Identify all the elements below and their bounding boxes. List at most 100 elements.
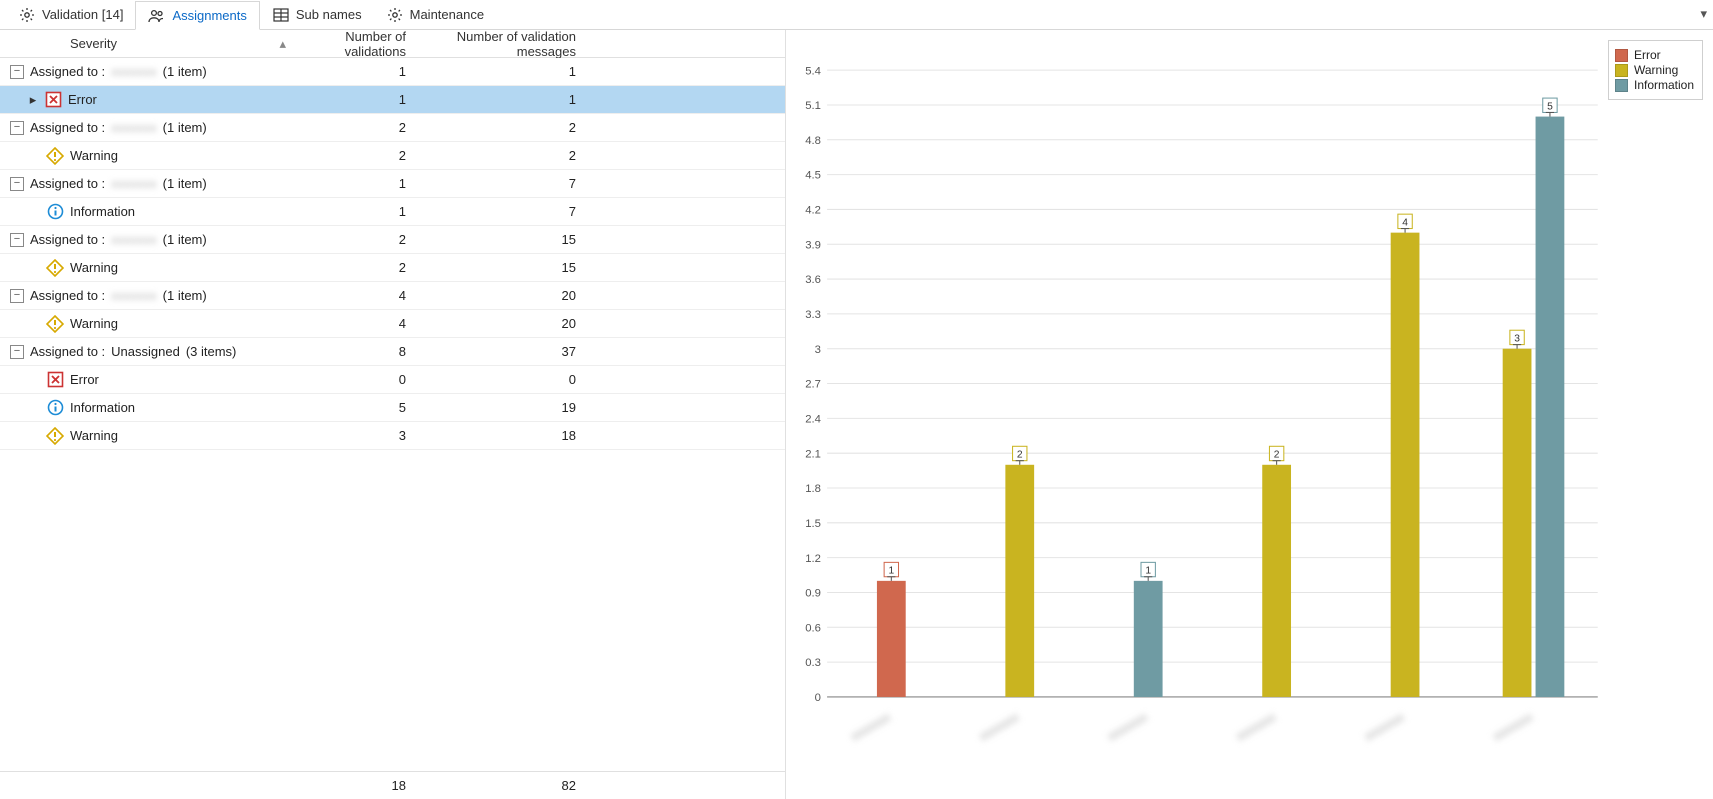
collapse-icon[interactable]: − — [10, 289, 24, 303]
severity-row[interactable]: Information17 — [0, 198, 785, 226]
svg-text:1.8: 1.8 — [805, 483, 821, 495]
group-nv: 1 — [296, 176, 416, 191]
bar[interactable] — [1536, 117, 1565, 697]
svg-text:1: 1 — [888, 566, 894, 577]
collapse-icon[interactable]: − — [10, 65, 24, 79]
group-name-redacted: xxxxxxx — [111, 288, 157, 303]
legend-item[interactable]: Warning — [1615, 63, 1696, 77]
col-severity-label: Severity — [70, 36, 117, 51]
bar-chart: 00.30.60.91.21.51.82.12.42.733.33.63.94.… — [786, 40, 1608, 799]
expand-arrow-icon[interactable]: ▸ — [28, 92, 38, 108]
tab-assignments[interactable]: Assignments — [135, 1, 259, 30]
group-row[interactable]: −Assigned to : xxxxxxx (1 item)22 — [0, 114, 785, 142]
severity-row[interactable]: ▸Error11 — [0, 86, 785, 114]
group-label: Assigned to : — [30, 176, 105, 191]
tab-maintenance[interactable]: Maintenance — [374, 0, 496, 29]
group-count: (1 item) — [163, 176, 207, 191]
severity-row[interactable]: Warning318 — [0, 422, 785, 450]
bar[interactable] — [1262, 465, 1291, 697]
group-nm: 1 — [416, 64, 586, 79]
group-row[interactable]: −Assigned to : xxxxxxx (1 item) 17 — [0, 170, 785, 198]
group-row[interactable]: −Assigned to : xxxxxxx (1 item)215 — [0, 226, 785, 254]
legend-item[interactable]: Information — [1615, 78, 1696, 92]
severity-label: Information — [70, 400, 135, 415]
group-row[interactable]: −Assigned to : xxxxxxx (1 item)11 — [0, 58, 785, 86]
footer-num-validations: 18 — [296, 778, 416, 793]
legend-swatch — [1615, 64, 1628, 77]
svg-text:1.5: 1.5 — [805, 518, 821, 530]
col-num-validations-label: Number of validations — [345, 30, 406, 59]
col-num-validations[interactable]: Number of validations — [296, 30, 416, 59]
svg-text:2.7: 2.7 — [805, 379, 821, 391]
legend-item[interactable]: Error — [1615, 48, 1696, 62]
row-nv: 0 — [296, 372, 416, 387]
svg-text:2.4: 2.4 — [805, 413, 821, 425]
severity-row[interactable]: Warning420 — [0, 310, 785, 338]
svg-text:0: 0 — [815, 692, 821, 704]
tab-overflow-icon[interactable]: ▾ — [1700, 6, 1707, 22]
sort-asc-icon: ▴ — [279, 36, 286, 52]
tab-label: Validation [14] — [42, 7, 123, 22]
bar[interactable] — [877, 581, 906, 697]
svg-text:4.8: 4.8 — [805, 135, 821, 147]
group-count: (1 item) — [163, 232, 207, 247]
svg-text:3.3: 3.3 — [805, 309, 821, 321]
group-name-redacted: xxxxxxx — [111, 176, 157, 191]
row-nm: 18 — [416, 428, 586, 443]
group-nm: 7 — [416, 176, 586, 191]
columns-icon — [272, 6, 290, 24]
svg-text:3.9: 3.9 — [805, 239, 821, 251]
svg-text:2.1: 2.1 — [805, 448, 821, 460]
tab-sub-names[interactable]: Sub names — [260, 0, 374, 29]
grid-body: −Assigned to : xxxxxxx (1 item)11▸Error1… — [0, 58, 785, 771]
collapse-icon[interactable]: − — [10, 233, 24, 247]
group-nv: 8 — [296, 344, 416, 359]
tab-label: Sub names — [296, 7, 362, 22]
group-nm: 15 — [416, 232, 586, 247]
svg-text:xxxxxxx: xxxxxxx — [977, 710, 1022, 744]
group-name-redacted: xxxxxxx — [111, 232, 157, 247]
tab-label: Assignments — [172, 8, 246, 23]
grid-footer: 18 82 — [0, 771, 785, 799]
warning-icon — [46, 259, 64, 277]
severity-row[interactable]: Error00 — [0, 366, 785, 394]
col-num-messages[interactable]: Number of validation messages — [416, 30, 586, 59]
legend-label: Information — [1634, 78, 1694, 92]
col-severity[interactable]: Severity ▴ — [0, 36, 296, 52]
svg-text:1: 1 — [1145, 566, 1151, 577]
main-split: Severity ▴ Number of validations Number … — [0, 30, 1713, 799]
tab-validation-14-[interactable]: Validation [14] — [6, 0, 135, 29]
row-nv: 1 — [296, 92, 416, 107]
svg-text:0.6: 0.6 — [805, 622, 821, 634]
bar[interactable] — [1391, 233, 1420, 697]
bar[interactable] — [1005, 465, 1034, 697]
warning-icon — [46, 427, 64, 445]
group-count: (1 item) — [163, 120, 207, 135]
row-nm: 2 — [416, 148, 586, 163]
collapse-icon[interactable]: − — [10, 345, 24, 359]
svg-text:5: 5 — [1547, 101, 1553, 112]
information-icon — [46, 203, 64, 221]
severity-label: Error — [68, 92, 97, 107]
severity-row[interactable]: Warning22 — [0, 142, 785, 170]
svg-text:0.9: 0.9 — [805, 588, 821, 600]
svg-text:1.2: 1.2 — [805, 553, 821, 565]
row-nm: 15 — [416, 260, 586, 275]
severity-row[interactable]: Warning215 — [0, 254, 785, 282]
row-nv: 2 — [296, 148, 416, 163]
svg-text:2: 2 — [1274, 450, 1280, 461]
group-nv: 1 — [296, 64, 416, 79]
severity-label: Information — [70, 204, 135, 219]
group-row[interactable]: −Assigned to : Unassigned (3 items)837 — [0, 338, 785, 366]
group-row[interactable]: −Assigned to : xxxxxxx (1 item)420 — [0, 282, 785, 310]
svg-text:xxxxxxx: xxxxxxx — [1491, 710, 1536, 744]
collapse-icon[interactable]: − — [10, 177, 24, 191]
bar[interactable] — [1134, 581, 1163, 697]
bar[interactable] — [1503, 349, 1532, 697]
gear-icon — [18, 6, 36, 24]
group-nm: 37 — [416, 344, 586, 359]
collapse-icon[interactable]: − — [10, 121, 24, 135]
group-count: (3 items) — [186, 344, 237, 359]
warning-icon — [46, 147, 64, 165]
severity-row[interactable]: Information519 — [0, 394, 785, 422]
